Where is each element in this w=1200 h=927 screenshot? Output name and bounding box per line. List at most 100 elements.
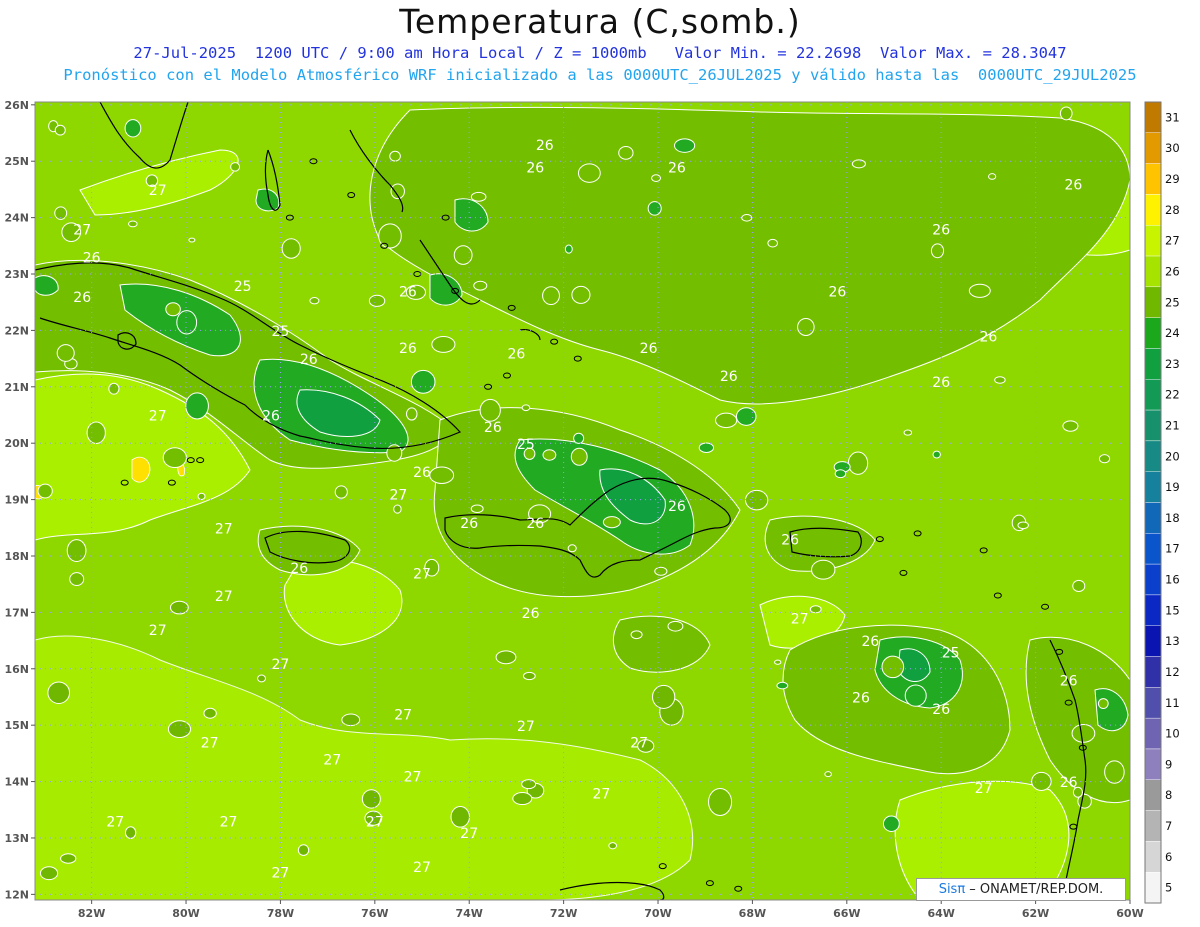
lat-tick-label: 26N: [4, 99, 29, 112]
contour-cell: [564, 244, 573, 254]
contour-label: 26: [536, 138, 554, 154]
contour-cell: [512, 792, 533, 806]
lat-tick-label: 13N: [4, 832, 29, 845]
contour-label: 27: [215, 521, 233, 537]
contour-cell: [542, 449, 557, 461]
contour-cell: [797, 318, 815, 336]
lat-tick-label: 24N: [4, 212, 29, 225]
contour-cell: [185, 392, 209, 420]
colorbar-swatch: [1144, 286, 1162, 318]
contour-cell: [341, 713, 361, 727]
colorbar-swatch: [1144, 317, 1162, 349]
contour-label: 25: [234, 279, 252, 295]
contour-cell: [128, 220, 138, 228]
colorbar-swatch: [1144, 594, 1162, 626]
contour-cell: [393, 504, 402, 514]
contour-cell: [824, 771, 832, 778]
contour-cell: [1071, 724, 1096, 743]
lon-tick-label: 72W: [550, 907, 577, 920]
contour-cell: [495, 650, 517, 665]
lon-tick-label: 76W: [361, 907, 388, 920]
contour-cell: [197, 492, 206, 500]
colorbar-swatch: [1144, 440, 1162, 472]
contour-cell: [882, 815, 900, 832]
contour-cell: [124, 826, 137, 839]
contour-label: 26: [668, 160, 686, 176]
contour-cell: [571, 285, 591, 304]
contour-label: 25: [517, 437, 535, 453]
contour-label: 27: [149, 623, 167, 639]
contour-label: 26: [399, 341, 417, 357]
temperature-map: 27 27 26 26 25 25 26 26 26 27 26 26 27 27 26 27 27 27 27 27…: [4, 99, 1180, 920]
contour-cell: [470, 504, 484, 514]
lat-tick-label: 25N: [4, 155, 29, 168]
colorbar-swatch: [1144, 409, 1162, 442]
contour-cell: [66, 539, 87, 563]
colorbar-label: 24: [1165, 326, 1180, 340]
colorbar-swatch: [1144, 656, 1162, 688]
contour-label: 26: [979, 330, 997, 346]
contour-cell: [667, 620, 684, 632]
lat-tick-label: 16N: [4, 663, 29, 676]
colorbar-swatch: [1144, 101, 1162, 134]
contour-cell: [618, 146, 634, 160]
colorbar-label: 16: [1165, 573, 1180, 587]
contour-label: 26: [413, 465, 431, 481]
colorbar-swatch: [1144, 871, 1162, 904]
contour-cell: [470, 191, 487, 202]
colorbar-label: 6: [1165, 850, 1172, 864]
colorbar-label: 19: [1165, 480, 1180, 494]
contour-cell: [54, 124, 66, 136]
colorbar-swatch: [1144, 717, 1162, 750]
contour-cell: [86, 421, 106, 444]
lat-tick-label: 12N: [4, 888, 29, 901]
lat-tick-label: 17N: [4, 606, 29, 619]
colorbar-label: 26: [1165, 264, 1180, 278]
contour-label: 26: [781, 533, 799, 549]
colorbar-label: 9: [1165, 757, 1172, 771]
contour-cell: [811, 559, 836, 580]
colorbar-label: 17: [1165, 542, 1180, 556]
contour-cell: [630, 630, 643, 640]
contour-cell: [577, 163, 601, 183]
contour-cell: [37, 483, 53, 499]
lat-tick-label: 22N: [4, 324, 29, 337]
contour-cell: [654, 566, 668, 576]
lon-tick-label: 70W: [644, 907, 671, 920]
contour-cell: [479, 398, 501, 422]
colorbar-swatch: [1144, 687, 1162, 719]
contour-cell: [809, 605, 822, 614]
contour-label: 26: [932, 223, 950, 239]
contour-label: 26: [932, 702, 950, 718]
colorbar-swatch: [1144, 810, 1162, 842]
lon-tick-label: 82W: [78, 907, 105, 920]
contour-cell: [334, 485, 348, 499]
colorbar-label: 23: [1165, 357, 1180, 371]
contour-label: 26: [73, 290, 91, 306]
contour-cell: [1059, 106, 1073, 121]
contour-cell: [930, 243, 945, 259]
lon-tick-label: 78W: [267, 907, 294, 920]
contour-cell: [309, 297, 320, 305]
contour-cell: [473, 280, 488, 291]
contour-label: 27: [272, 657, 290, 673]
contour-label: 26: [262, 409, 280, 425]
colorbar-swatch: [1144, 379, 1162, 411]
contour-cell: [1062, 420, 1079, 432]
contour-label: 27: [323, 753, 341, 769]
contour-label: 26: [526, 516, 544, 532]
contour-cell: [361, 789, 381, 809]
colorbar-label: 29: [1165, 172, 1180, 186]
colorbar-swatch: [1144, 194, 1162, 226]
contour-cell: [39, 866, 59, 881]
contour-cell: [56, 344, 75, 362]
contour-cell: [167, 720, 192, 739]
lat-tick-label: 18N: [4, 550, 29, 563]
contour-label: 25: [942, 645, 960, 661]
contour-cell: [47, 681, 71, 704]
contour-label: 26: [1060, 674, 1078, 690]
contour-cell: [602, 516, 621, 529]
contour-label: 26: [300, 352, 318, 368]
colorbar-swatch: [1144, 502, 1162, 534]
contour-cell: [1017, 521, 1029, 530]
